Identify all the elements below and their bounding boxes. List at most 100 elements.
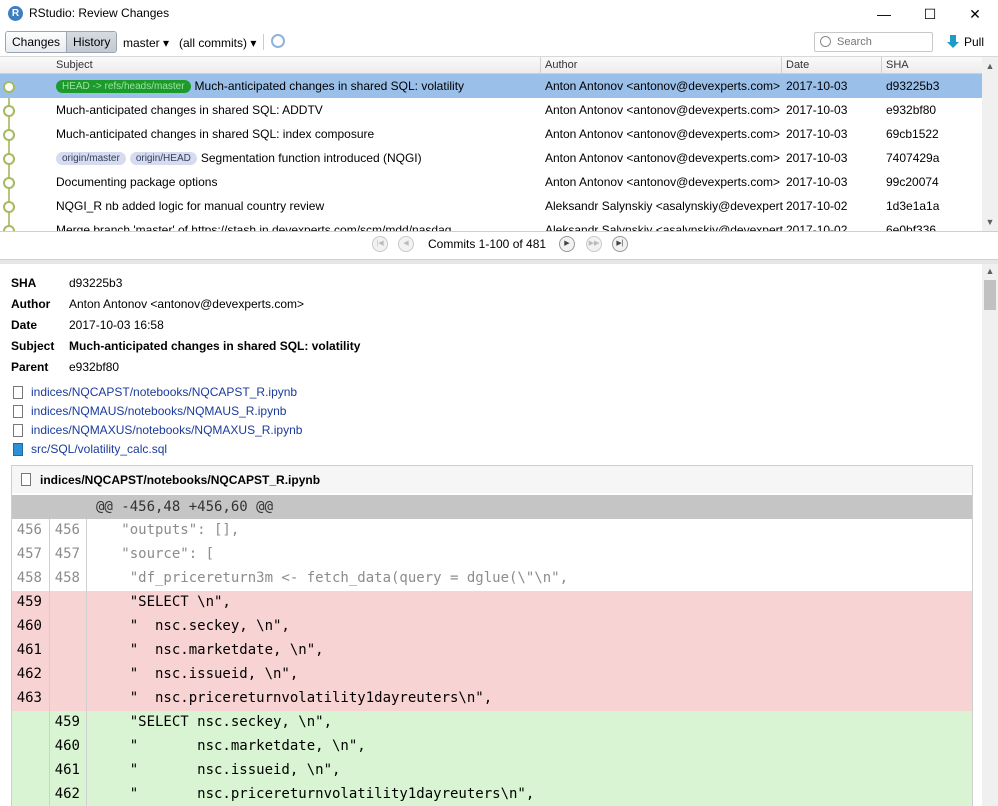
diff-line-added: 460 " nsc.marketdate, \n", bbox=[12, 735, 972, 759]
commit-node-icon bbox=[3, 225, 15, 231]
diff-line-removed: 462 " nsc.issueid, \n", bbox=[12, 663, 972, 687]
commit-subject-text: NQGI_R nb added logic for manual country… bbox=[56, 199, 325, 213]
commit-sha: 69cb1522 bbox=[886, 127, 939, 141]
commit-subject: Merge branch 'master' of https://stash.i… bbox=[56, 223, 536, 232]
commits-filter-dropdown[interactable]: (all commits) ▾ bbox=[179, 36, 256, 50]
gutter-divider bbox=[49, 615, 50, 639]
scroll-up-icon[interactable]: ▲ bbox=[982, 59, 998, 73]
diff-panel: indices/NQCAPST/notebooks/NQCAPST_R.ipyn… bbox=[11, 465, 973, 806]
gutter-divider bbox=[49, 567, 50, 591]
column-header-date[interactable]: Date bbox=[786, 59, 809, 71]
commit-row[interactable]: Much-anticipated changes in shared SQL: … bbox=[0, 98, 982, 122]
refresh-icon[interactable] bbox=[271, 34, 285, 48]
commit-row[interactable]: Documenting package options Anton Antonov… bbox=[0, 170, 982, 194]
new-line-number: 458 bbox=[54, 570, 80, 586]
diff-line-added: 459 "SELECT nsc.seckey, \n", bbox=[12, 711, 972, 735]
old-line-number: 460 bbox=[16, 618, 42, 634]
diff-line-removed: 461 " nsc.marketdate, \n", bbox=[12, 639, 972, 663]
history-tab-button[interactable]: History bbox=[66, 32, 117, 52]
scroll-up-icon[interactable]: ▲ bbox=[982, 264, 998, 278]
commit-author: Anton Antonov <antonov@devexperts.com> bbox=[545, 151, 781, 165]
old-line-number: 462 bbox=[16, 666, 42, 682]
date-value: 2017-10-03 16:58 bbox=[69, 318, 164, 332]
commit-sha: 99c20074 bbox=[886, 175, 939, 189]
commit-list-scrollbar[interactable]: ▲ ▼ bbox=[982, 57, 998, 231]
commit-node-icon bbox=[3, 81, 15, 93]
parent-link[interactable]: e932bf80 bbox=[69, 360, 119, 374]
details-scrollbar[interactable]: ▲ bbox=[982, 264, 998, 806]
diff-code: " nsc.issueid, \n", bbox=[96, 666, 299, 682]
old-line-number: 458 bbox=[16, 570, 42, 586]
maximize-button[interactable]: ☐ bbox=[907, 0, 953, 28]
pull-label: Pull bbox=[964, 34, 985, 49]
commit-date: 2017-10-02 bbox=[786, 199, 848, 213]
diff-line-context: 457 457 "source": [ bbox=[12, 543, 972, 567]
sha-label: SHA bbox=[11, 276, 37, 290]
author-value: Anton Antonov <antonov@devexperts.com> bbox=[69, 297, 305, 311]
toolbar-separator bbox=[263, 34, 264, 50]
branch-dropdown[interactable]: master ▾ bbox=[123, 36, 169, 50]
diff-hunk-header: @@ -456,48 +456,60 @@ bbox=[12, 495, 972, 519]
commit-row[interactable]: HEAD -> refs/heads/master Much-anticipate… bbox=[0, 74, 982, 98]
changed-file-link[interactable]: src/SQL/volatility_calc.sql bbox=[31, 442, 167, 456]
commit-node-icon bbox=[3, 153, 15, 165]
new-line-number: 459 bbox=[54, 714, 80, 730]
diff-code: "source": [ bbox=[96, 546, 215, 562]
commit-rows: HEAD -> refs/heads/master Much-anticipate… bbox=[0, 74, 982, 232]
changed-file-link[interactable]: indices/NQCAPST/notebooks/NQCAPST_R.ipyn… bbox=[31, 385, 297, 399]
gutter-divider bbox=[49, 519, 50, 543]
column-header-author[interactable]: Author bbox=[545, 59, 577, 71]
search-input[interactable] bbox=[837, 34, 927, 49]
commit-row[interactable]: Much-anticipated changes in shared SQL: … bbox=[0, 122, 982, 146]
close-button[interactable]: ✕ bbox=[952, 0, 998, 28]
gutter-divider bbox=[49, 639, 50, 663]
changed-file-link[interactable]: indices/NQMAXUS/notebooks/NQMAXUS_R.ipyn… bbox=[31, 423, 302, 437]
file-icon bbox=[13, 405, 23, 418]
rstudio-logo-icon: R bbox=[8, 6, 23, 21]
gutter-divider bbox=[49, 591, 50, 615]
commit-sha: 7407429a bbox=[886, 151, 940, 165]
commit-subject: Much-anticipated changes in shared SQL: … bbox=[56, 127, 536, 141]
commit-row[interactable]: origin/master origin/HEAD Segmentation fun… bbox=[0, 146, 982, 170]
diff-line-added: 461 " nsc.issueid, \n", bbox=[12, 759, 972, 783]
new-line-number: 460 bbox=[54, 738, 80, 754]
previous-page-icon[interactable]: ◀ bbox=[398, 236, 414, 252]
last-page-icon[interactable]: ▶| bbox=[612, 236, 628, 252]
author-label: Author bbox=[11, 297, 51, 311]
changes-tab-button[interactable]: Changes bbox=[6, 32, 67, 52]
hunk-range: @@ -456,48 +456,60 @@ bbox=[96, 499, 274, 515]
pull-button[interactable]: Pull bbox=[946, 34, 984, 49]
column-header-sha[interactable]: SHA bbox=[886, 59, 909, 71]
diff-code: "df_pricereturn3m <- fetch_data(query = … bbox=[96, 570, 569, 586]
minimize-button[interactable]: — bbox=[861, 0, 907, 28]
diff-code: "SELECT nsc.seckey, \n", bbox=[96, 714, 333, 730]
commit-subject-text: Merge branch 'master' of https://stash.i… bbox=[56, 223, 452, 232]
commit-row[interactable]: Merge branch 'master' of https://stash.i… bbox=[0, 218, 982, 232]
search-box[interactable] bbox=[814, 32, 933, 52]
commit-subject-text: Much-anticipated changes in shared SQL: … bbox=[56, 127, 375, 141]
commit-row[interactable]: NQGI_R nb added logic for manual country… bbox=[0, 194, 982, 218]
scroll-down-icon[interactable]: ▼ bbox=[982, 215, 998, 229]
column-header-subject[interactable]: Subject bbox=[56, 59, 93, 71]
commit-subject-text: Documenting package options bbox=[56, 175, 218, 189]
next-ten-pages-icon[interactable]: ▶▶ bbox=[586, 236, 602, 252]
commit-subject-text: Much-anticipated changes in shared SQL: … bbox=[194, 79, 465, 93]
gutter-divider bbox=[86, 591, 87, 615]
gutter-divider bbox=[49, 759, 50, 783]
commit-sha: d93225b3 bbox=[886, 79, 940, 93]
changed-file-link[interactable]: indices/NQMAUS/notebooks/NQMAUS_R.ipynb bbox=[31, 404, 286, 418]
commit-subject: NQGI_R nb added logic for manual country… bbox=[56, 199, 536, 213]
old-line-number: 459 bbox=[16, 594, 42, 610]
diff-code: " nsc.pricereturnvolatility1dayreuters\n… bbox=[96, 786, 535, 802]
scrollbar-thumb[interactable] bbox=[984, 280, 996, 310]
commit-date: 2017-10-03 bbox=[786, 127, 848, 141]
new-line-number: 462 bbox=[54, 786, 80, 802]
gutter-divider bbox=[49, 663, 50, 687]
commit-node-icon bbox=[3, 177, 15, 189]
commit-subject: origin/master origin/HEAD Segmentation fun… bbox=[56, 151, 536, 165]
pager-label: Commits 1-100 of 481 bbox=[428, 237, 547, 251]
commit-subject-text: Segmentation function introduced (NQGI) bbox=[200, 151, 422, 165]
next-page-icon[interactable]: ▶ bbox=[559, 236, 575, 252]
commit-node-icon bbox=[3, 105, 15, 117]
first-page-icon[interactable]: |◀ bbox=[372, 236, 388, 252]
